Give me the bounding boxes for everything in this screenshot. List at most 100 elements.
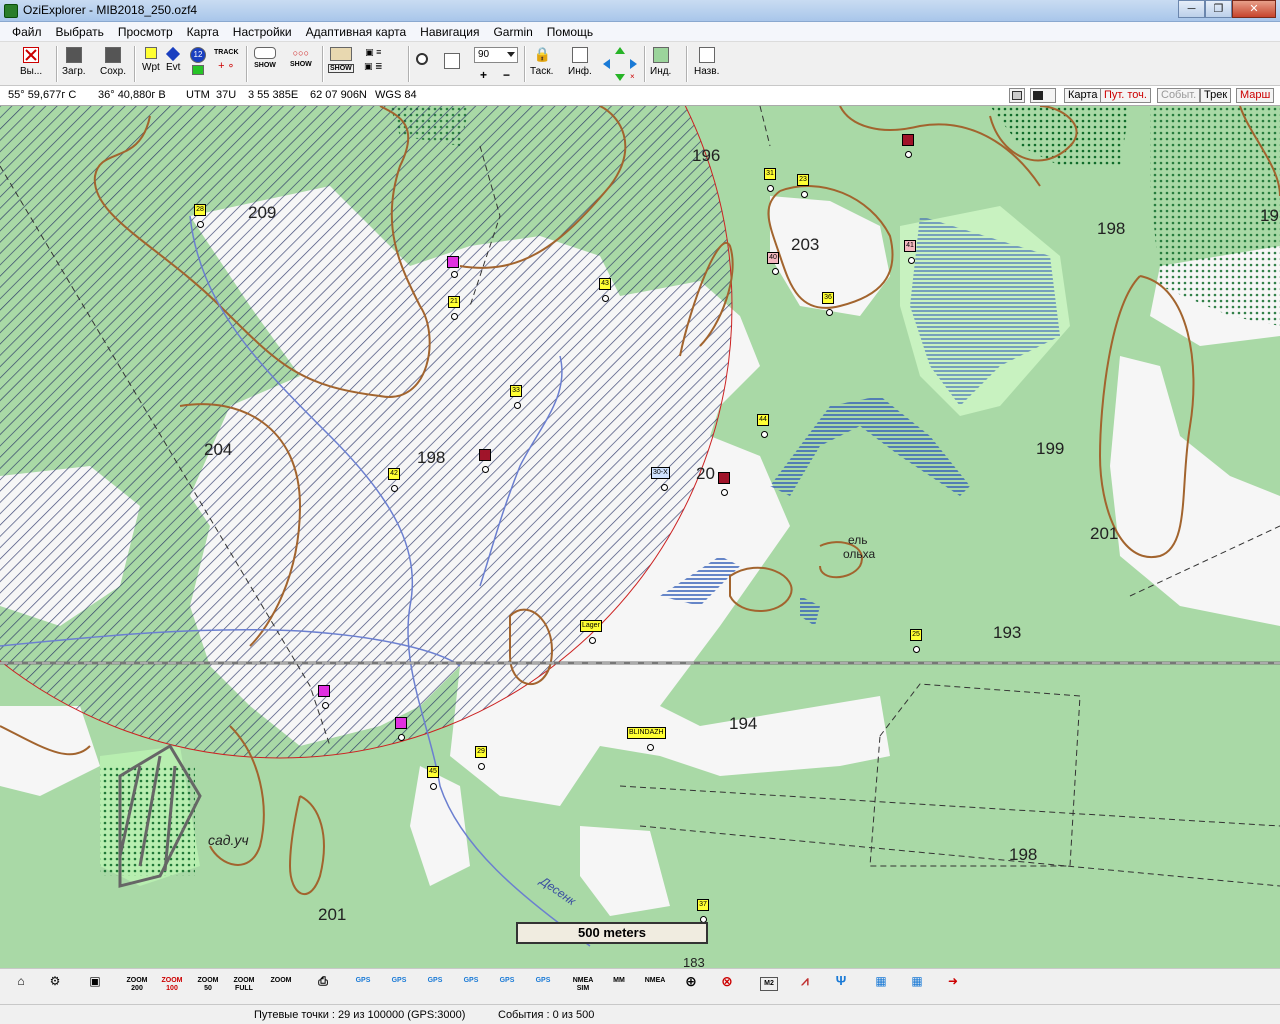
menu-help[interactable]: Помощь [547, 25, 593, 39]
save-button[interactable]: Сохр. [100, 45, 126, 83]
zoom-100-button[interactable]: ZOOM 100 [159, 977, 185, 997]
menu-navigation[interactable]: Навигация [420, 25, 479, 39]
waypoint-marker[interactable]: R [718, 472, 730, 484]
arrow-in-icon[interactable]: ➜ [940, 975, 966, 997]
chevron-down-icon [507, 52, 515, 57]
gps-events-button[interactable]: GPS [530, 977, 556, 997]
chart-icon[interactable]: ⩘ [792, 974, 818, 997]
waypoint-marker[interactable]: 31 [764, 168, 776, 180]
menu-view[interactable]: Просмотр [118, 25, 173, 39]
waypoint-marker[interactable]: R [902, 134, 914, 146]
zoom-200-button[interactable]: ZOOM 200 [124, 977, 150, 997]
waypoint-marker[interactable]: 37 [697, 899, 709, 911]
waypoint-marker[interactable]: 36 [822, 292, 834, 304]
waypoint-button[interactable]: Wpt [142, 45, 160, 83]
map-canvas[interactable]: 196 209 203 198 19 204 198 199 20 201 19… [0, 106, 1280, 968]
map-settings-icon[interactable]: ⚙ [42, 975, 68, 997]
zoom-out-button[interactable]: − [503, 68, 510, 82]
gps-download-button[interactable]: GPS [386, 977, 412, 997]
waypoint-dot [767, 185, 774, 192]
waypoint-marker[interactable]: R [479, 449, 491, 461]
waypoint-marker[interactable]: 45 [427, 766, 439, 778]
waypoint-marker[interactable]: M [318, 685, 330, 697]
load-button[interactable]: Загр. [62, 45, 86, 83]
close-button[interactable]: ✕ [1232, 0, 1276, 18]
map-window-icon[interactable]: ▣ [82, 975, 108, 997]
route-number-icon: 12 [190, 47, 206, 63]
track-button[interactable]: TRACK + ∘ [214, 45, 239, 83]
save-dropdown-button[interactable] [1030, 88, 1056, 103]
waypoint-marker[interactable]: 23 [797, 174, 809, 186]
crosshair-icon[interactable]: ⊕ [678, 974, 704, 997]
show-waypoints-button[interactable]: ○○○ SHOW [290, 45, 312, 83]
mode-route-button[interactable]: Марш [1236, 88, 1275, 103]
zoom-select[interactable]: 90 [474, 47, 518, 63]
menu-adaptive-map[interactable]: Адаптивная карта [306, 25, 407, 39]
waypoint-marker[interactable]: 30-X [651, 467, 670, 479]
gps-waypoint-button[interactable]: GPS [494, 977, 520, 997]
zoom-full-button[interactable]: ZOOM FULL [231, 977, 257, 997]
waypoint-marker[interactable]: 33 [510, 385, 522, 397]
info-button[interactable]: Инф. [568, 45, 592, 83]
waypoint-marker[interactable]: BLINDAZH [627, 727, 666, 739]
waypoint-dot [430, 783, 437, 790]
zoom-in-button[interactable]: + [480, 68, 487, 82]
waypoint-marker[interactable]: 40 [767, 252, 779, 264]
line-button[interactable]: ▣ ≡ ▣ ≣ [364, 45, 383, 83]
navigate-arrows-button[interactable]: × [600, 45, 640, 83]
gps-route-button[interactable]: GPS [422, 977, 448, 997]
menu-settings[interactable]: Настройки [233, 25, 292, 39]
map-export-icon[interactable]: ▦ [904, 975, 930, 997]
show-map-button[interactable]: SHOW [328, 45, 354, 83]
exit-button[interactable]: Вы... [20, 45, 42, 83]
gps-upload-button[interactable]: GPS [350, 977, 376, 997]
print-icon[interactable]: ⎙ [310, 975, 336, 997]
waypoint-marker[interactable]: 42 [388, 468, 400, 480]
menu-map[interactable]: Карта [187, 25, 219, 39]
northing: 62 07 906N [310, 89, 367, 101]
waypoint-dot [478, 763, 485, 770]
find-button[interactable] [416, 45, 428, 83]
menu-bar: Файл Выбрать Просмотр Карта Настройки Ад… [0, 22, 1280, 42]
menu-file[interactable]: Файл [12, 25, 42, 39]
picture-mode-button[interactable] [1009, 88, 1025, 103]
waypoint-marker[interactable]: 29 [475, 746, 487, 758]
waypoint-marker[interactable]: 43 [599, 278, 611, 290]
zoom-50-button[interactable]: ZOOM 50 [195, 977, 221, 997]
index-button[interactable]: Инд. [650, 45, 671, 83]
waypoint-marker[interactable]: 21 [448, 296, 460, 308]
waypoint-dot [913, 646, 920, 653]
waypoint-marker[interactable]: 44 [757, 414, 769, 426]
waypoint-marker[interactable]: 28 [194, 204, 206, 216]
waypoint-marker[interactable]: 41 [904, 240, 916, 252]
mode-track-button[interactable]: Трек [1200, 88, 1232, 103]
map-tool-icon[interactable]: ⌂ [8, 975, 34, 997]
waypoint-marker[interactable]: M [395, 717, 407, 729]
mode-map-button[interactable]: Карта [1064, 88, 1102, 103]
m2-button[interactable]: M2 [760, 977, 778, 991]
show-track-button[interactable]: SHOW [254, 45, 276, 83]
event-button[interactable]: Evt [166, 45, 180, 83]
task-button[interactable]: 🔒 Таск. [530, 45, 553, 83]
gps-track-button[interactable]: GPS [458, 977, 484, 997]
menu-select[interactable]: Выбрать [56, 25, 104, 39]
minimize-button[interactable]: ─ [1178, 0, 1205, 18]
map-import-icon[interactable]: ▦ [868, 975, 894, 997]
waypoint-marker[interactable]: Lager [580, 620, 602, 632]
nmea-button[interactable]: NMEA [642, 977, 668, 997]
event-icon [166, 46, 181, 62]
route-button[interactable]: 12 [190, 45, 206, 83]
antenna-icon[interactable]: Ψ [828, 974, 854, 997]
menu-garmin[interactable]: Garmin [493, 25, 532, 39]
waypoint-marker[interactable]: 25 [910, 629, 922, 641]
zoom-button[interactable]: ZOOM [268, 977, 294, 997]
moving-map-button[interactable]: MM [606, 977, 632, 997]
names-button[interactable]: Назв. [694, 45, 719, 83]
stop-icon[interactable]: ⊗ [714, 974, 740, 997]
waypoint-marker[interactable]: M [447, 256, 459, 268]
mode-events-button[interactable]: Событ. [1157, 88, 1201, 103]
window-button[interactable] [444, 45, 460, 83]
mode-waypoints-button[interactable]: Пут. точ. [1100, 88, 1151, 103]
maximize-button[interactable]: ❐ [1205, 0, 1232, 18]
nmea-sim-button[interactable]: NMEA SIM [570, 977, 596, 997]
